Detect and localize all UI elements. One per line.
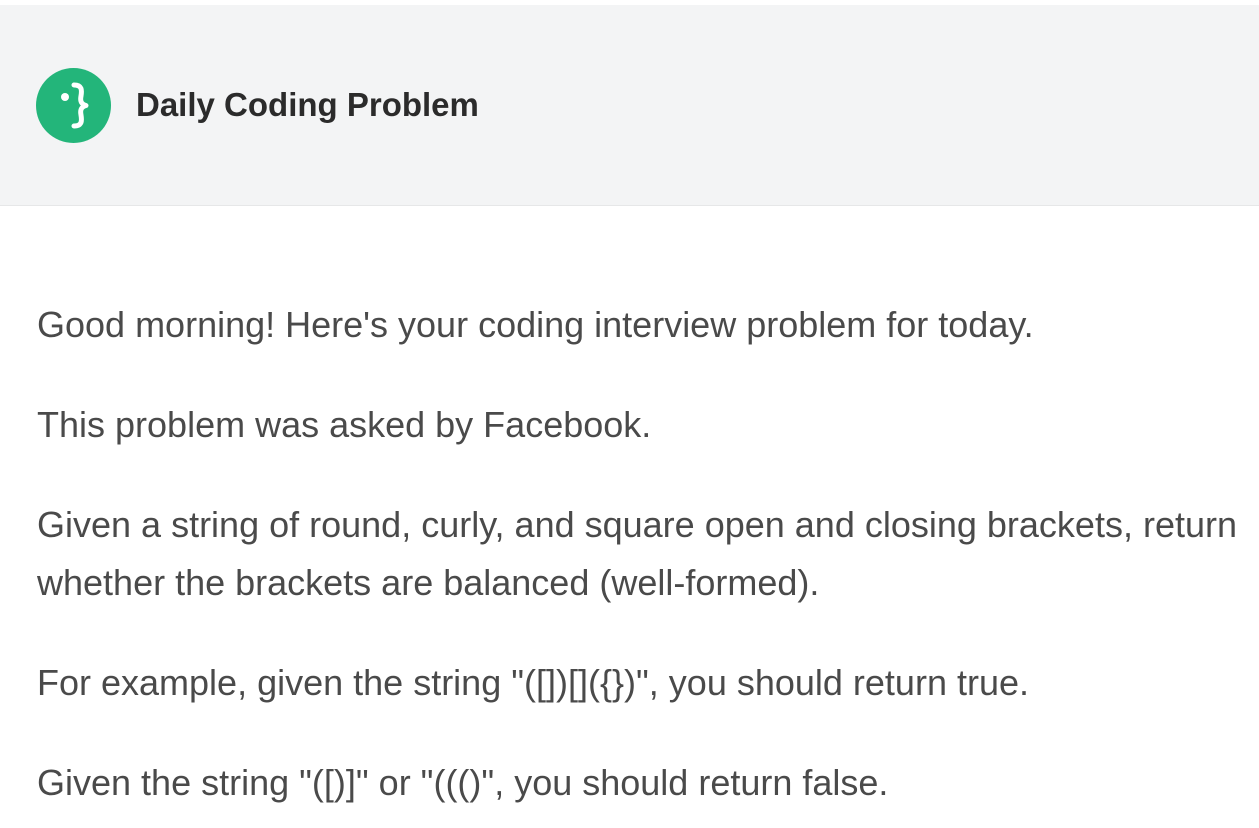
example-true-paragraph: For example, given the string "([])[]({}… — [37, 662, 1030, 703]
brand-name: Daily Coding Problem — [136, 86, 479, 123]
email-header: Daily Coding Problem — [0, 5, 1259, 206]
logo-glyph — [61, 82, 89, 129]
company-paragraph: This problem was asked by Facebook. — [37, 404, 652, 445]
email-body: Good morning! Here's your coding intervi… — [37, 296, 1259, 828]
problem-statement-paragraph: Given a string of round, curly, and squa… — [37, 504, 1238, 603]
example-false-paragraph: Given the string "([)]" or "((()", you s… — [37, 762, 889, 803]
curly-brace-face-icon — [36, 68, 111, 143]
greeting-paragraph: Good morning! Here's your coding intervi… — [37, 304, 1034, 345]
email-page: Daily Coding Problem Good morning! Here'… — [0, 0, 1259, 828]
